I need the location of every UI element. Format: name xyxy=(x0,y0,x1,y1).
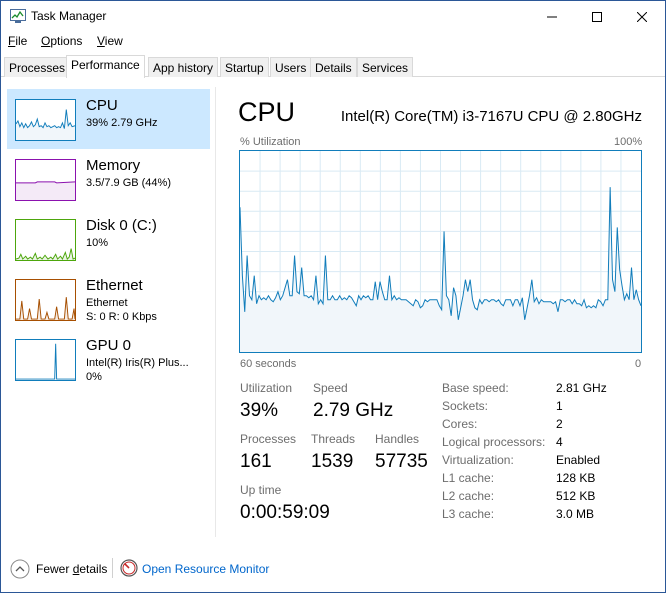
sidebar-item-memory[interactable]: Memory 3.5/7.9 GB (44%) xyxy=(7,149,210,209)
fewer-details-button[interactable]: Fewer details xyxy=(36,562,107,576)
sidebar-item-title: GPU 0 xyxy=(86,337,132,354)
task-manager-icon xyxy=(10,9,26,23)
graph-y-label: % Utilization xyxy=(240,136,301,148)
speed-label: Speed xyxy=(313,381,348,395)
cpu-utilization-graph xyxy=(239,150,642,353)
footer-bar: Fewer details Open Resource Monitor xyxy=(1,546,665,592)
open-resource-monitor-link[interactable]: Open Resource Monitor xyxy=(142,562,269,576)
tab-app-history[interactable]: App history xyxy=(148,57,219,77)
utilization-value: 39% xyxy=(240,400,279,421)
close-button[interactable] xyxy=(619,1,665,32)
tab-services[interactable]: Services xyxy=(357,57,414,77)
tab-bar: Processes Performance App history Startu… xyxy=(1,55,665,78)
sidebar-item-detail: S: 0 R: 0 Kbps xyxy=(86,311,157,323)
cpu-model-name: Intel(R) Core(TM) i3-7167U CPU @ 2.80GHz xyxy=(340,108,642,125)
sidebar-item-detail: 0% xyxy=(86,371,102,383)
cpu-detail: CPU Intel(R) Core(TM) i3-7167U CPU @ 2.8… xyxy=(231,77,656,546)
handles-value: 57735 xyxy=(375,451,428,472)
threads-value: 1539 xyxy=(311,451,354,472)
chevron-up-icon[interactable] xyxy=(10,559,30,579)
tab-startup[interactable]: Startup xyxy=(220,57,269,77)
close-icon xyxy=(637,11,647,22)
sidebar-item-subtitle: Intel(R) Iris(R) Plus... xyxy=(86,357,189,369)
info-value: 1 xyxy=(556,399,563,413)
info-value: 3.0 MB xyxy=(556,507,595,521)
ethernet-thumbnail-graph xyxy=(15,279,76,321)
graph-x-left-label: 60 seconds xyxy=(240,358,297,370)
info-value: 512 KB xyxy=(556,489,596,503)
tab-details[interactable]: Details xyxy=(310,57,357,77)
sidebar-item-disk[interactable]: Disk 0 (C:) 10% xyxy=(7,209,210,269)
info-value: 2 xyxy=(556,417,563,431)
sidebar-item-subtitle: Ethernet xyxy=(86,297,128,309)
sidebar-item-title: Ethernet xyxy=(86,277,143,294)
resource-sidebar: CPU 39% 2.79 GHz Memory 3.5/7.9 GB (44%)… xyxy=(1,77,211,546)
menu-file[interactable]: File xyxy=(8,34,27,48)
info-label: Virtualization: xyxy=(442,453,514,467)
minimize-icon xyxy=(547,16,557,17)
processes-label: Processes xyxy=(240,432,297,446)
graph-y-max-label: 100% xyxy=(614,136,643,148)
footer-separator xyxy=(112,558,113,578)
sidebar-item-subtitle: 3.5/7.9 GB (44%) xyxy=(86,177,171,189)
resource-monitor-icon xyxy=(120,559,138,577)
panel-divider xyxy=(215,87,216,537)
tab-users[interactable]: Users xyxy=(270,57,312,77)
gpu-thumbnail-graph xyxy=(15,339,76,381)
info-value: 128 KB xyxy=(556,471,596,485)
info-label: L2 cache: xyxy=(442,489,495,503)
sidebar-item-gpu[interactable]: GPU 0 Intel(R) Iris(R) Plus... 0% xyxy=(7,329,210,389)
info-value: 2.81 GHz xyxy=(556,381,607,395)
sidebar-item-cpu[interactable]: CPU 39% 2.79 GHz xyxy=(7,89,210,149)
info-value: 4 xyxy=(556,435,563,449)
handles-label: Handles xyxy=(375,432,420,446)
utilization-label: Utilization xyxy=(240,381,293,395)
uptime-value: 0:00:59:09 xyxy=(240,502,330,523)
cpu-heading: CPU xyxy=(238,97,296,127)
memory-thumbnail-graph xyxy=(15,159,76,201)
disk-thumbnail-graph xyxy=(15,219,76,261)
threads-label: Threads xyxy=(311,432,356,446)
window-title: Task Manager xyxy=(31,9,107,23)
maximize-button[interactable] xyxy=(574,1,620,32)
info-value: Enabled xyxy=(556,453,601,467)
info-label: L1 cache: xyxy=(442,471,495,485)
title-bar: Task Manager xyxy=(1,1,665,32)
sidebar-item-title: Disk 0 (C:) xyxy=(86,217,157,234)
speed-value: 2.79 GHz xyxy=(313,400,394,421)
graph-x-right-label: 0 xyxy=(635,358,642,370)
performance-panel: CPU 39% 2.79 GHz Memory 3.5/7.9 GB (44%)… xyxy=(1,77,665,546)
menu-view[interactable]: View xyxy=(97,34,123,48)
tab-performance[interactable]: Performance xyxy=(66,55,145,78)
processes-value: 161 xyxy=(240,451,272,472)
tab-processes[interactable]: Processes xyxy=(4,57,71,77)
uptime-label: Up time xyxy=(240,483,282,497)
task-manager-window: Task Manager File Options View Processes… xyxy=(0,0,666,593)
info-label: Base speed: xyxy=(442,381,509,395)
info-label: Cores: xyxy=(442,417,478,431)
minimize-button-hit[interactable] xyxy=(529,1,575,32)
sidebar-item-subtitle: 39% 2.79 GHz xyxy=(86,117,158,129)
menu-bar: File Options View xyxy=(1,32,665,52)
cpu-thumbnail-graph xyxy=(15,99,76,141)
maximize-icon xyxy=(592,11,602,22)
sidebar-item-ethernet[interactable]: Ethernet Ethernet S: 0 R: 0 Kbps xyxy=(7,269,210,329)
info-label: L3 cache: xyxy=(442,507,495,521)
info-label: Logical processors: xyxy=(442,435,546,449)
sidebar-item-title: CPU xyxy=(86,97,118,114)
menu-options[interactable]: Options xyxy=(41,34,82,48)
sidebar-item-subtitle: 10% xyxy=(86,237,109,249)
info-label: Sockets: xyxy=(442,399,489,413)
sidebar-item-title: Memory xyxy=(86,157,141,174)
